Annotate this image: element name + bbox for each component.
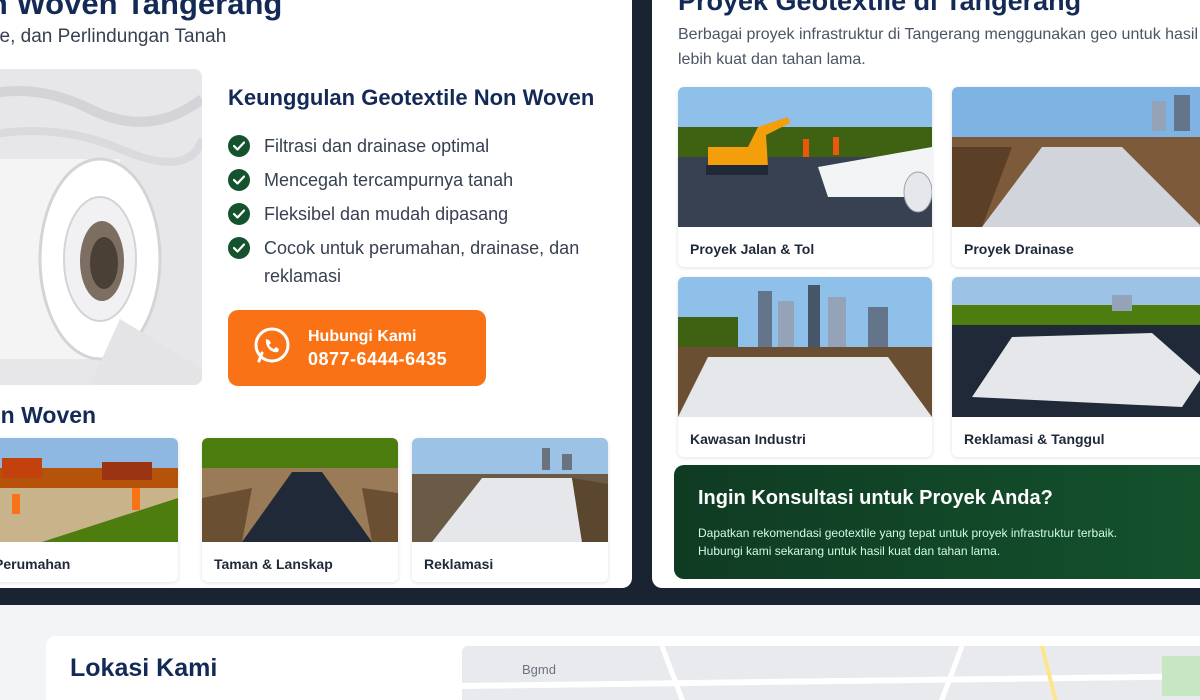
application-label: Perumahan bbox=[0, 556, 71, 572]
feature-item: Filtrasi dan drainase optimal bbox=[228, 132, 628, 160]
consultation-banner[interactable]: Ingin Konsultasi untuk Proyek Anda? Dapa… bbox=[674, 465, 1200, 579]
product-panel: on Woven Tangerang se, dan Perlindungan … bbox=[0, 0, 632, 588]
contact-whatsapp-button[interactable]: Hubungi Kami 0877-6444-6435 bbox=[228, 310, 486, 386]
whatsapp-icon bbox=[252, 326, 292, 371]
project-card-reklamasi-tanggul[interactable]: Reklamasi & Tanggul bbox=[952, 277, 1200, 457]
consultation-text: Dapatkan rekomendasi geotextile yang tep… bbox=[698, 526, 1117, 558]
consultation-title: Ingin Konsultasi untuk Proyek Anda? bbox=[698, 487, 1053, 509]
project-label: Reklamasi & Tanggul bbox=[964, 431, 1105, 447]
location-heading: Lokasi Kami bbox=[70, 654, 218, 682]
project-card-jalan-tol[interactable]: Proyek Jalan & Tol bbox=[678, 87, 932, 267]
application-card-taman[interactable]: Taman & Lanskap bbox=[202, 438, 398, 582]
application-card-reklamasi[interactable]: Reklamasi bbox=[412, 438, 608, 582]
feature-item: Fleksibel dan mudah dipasang bbox=[228, 200, 628, 228]
cta-phone: 0877-6444-6435 bbox=[308, 349, 448, 369]
feature-text: Mencegah tercampurnya tanah bbox=[264, 170, 514, 190]
projects-heading: Proyek Geotextile di Tangerang bbox=[678, 0, 1082, 16]
project-card-drainase[interactable]: Proyek Drainase bbox=[952, 87, 1200, 267]
features-heading: Keunggulan Geotextile Non Woven bbox=[228, 85, 595, 110]
application-label: Taman & Lanskap bbox=[214, 556, 333, 572]
feature-list: Filtrasi dan drainase optimal Mencegah t… bbox=[228, 132, 628, 296]
location-section: Lokasi Kami Bgmd bbox=[46, 636, 1200, 700]
application-card-perumahan[interactable]: Perumahan bbox=[0, 438, 178, 582]
feature-text: Filtrasi dan drainase optimal bbox=[264, 136, 490, 156]
project-label: Proyek Drainase bbox=[964, 241, 1074, 257]
page-title: on Woven Tangerang bbox=[0, 0, 283, 21]
feature-text: Fleksibel dan mudah dipasang bbox=[264, 204, 509, 224]
check-circle-icon bbox=[228, 135, 250, 157]
check-circle-icon bbox=[228, 203, 250, 225]
applications-heading: Non Woven bbox=[0, 402, 97, 428]
feature-item: Cocok untuk perumahan, drainase, dan rek… bbox=[228, 234, 628, 290]
application-label: Reklamasi bbox=[424, 556, 494, 572]
cta-label: Hubungi Kami bbox=[308, 328, 417, 345]
projects-subtitle: Berbagai proyek infrastruktur di Tangera… bbox=[678, 26, 1200, 68]
page-subtitle: se, dan Perlindungan Tanah bbox=[0, 26, 227, 47]
project-label: Proyek Jalan & Tol bbox=[690, 241, 815, 257]
projects-panel: Proyek Geotextile di Tangerang Berbagai … bbox=[652, 0, 1200, 588]
check-circle-icon bbox=[228, 169, 250, 191]
location-map[interactable]: Bgmd bbox=[462, 646, 1200, 700]
feature-text: Cocok untuk perumahan, drainase, dan rek… bbox=[264, 238, 580, 286]
geotextile-roll-image bbox=[0, 69, 202, 385]
project-label: Kawasan Industri bbox=[690, 431, 806, 447]
feature-item: Mencegah tercampurnya tanah bbox=[228, 166, 628, 194]
map-place-label: Bgmd bbox=[522, 662, 556, 677]
project-card-kawasan-industri[interactable]: Kawasan Industri bbox=[678, 277, 932, 457]
check-circle-icon bbox=[228, 237, 250, 259]
